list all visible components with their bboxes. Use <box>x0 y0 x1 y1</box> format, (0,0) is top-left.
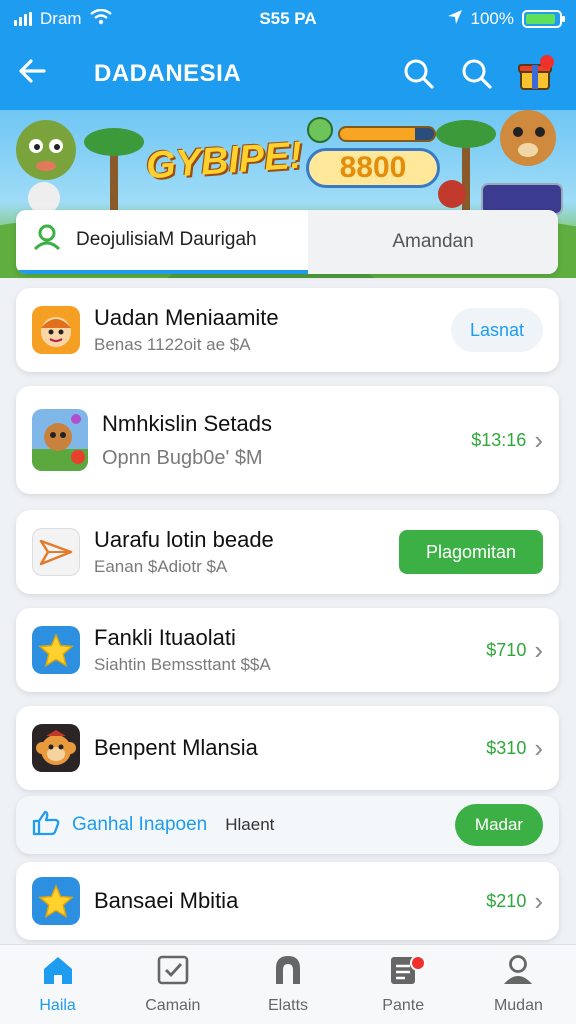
list-item[interactable]: Fankli Ituaolati Siahtin Bemssttant $$A … <box>16 608 559 692</box>
promo-label: Ganhal Inapoen <box>72 814 208 835</box>
tab-inactive[interactable]: Amandan <box>308 210 558 274</box>
chevron-right-icon: › <box>534 634 543 665</box>
bottom-nav: Haila Camain Elatts Pante Mudan <box>0 944 576 1024</box>
user-pin-icon <box>32 222 62 258</box>
item-name: Uadan Meniaamite <box>94 305 279 330</box>
item-price-group[interactable]: $210 › <box>486 886 543 917</box>
promo-extra: Hlaent <box>225 815 275 834</box>
star-icon <box>32 626 80 674</box>
battery-fill <box>526 14 555 24</box>
item-name: Uarafu lotin beade <box>94 527 274 552</box>
nav-item-elatts[interactable]: Elatts <box>230 945 345 1024</box>
promo-row[interactable]: Ganhal Inapoen Hlaent Madar <box>16 796 559 854</box>
search-icon[interactable] <box>452 49 502 99</box>
battery-icon <box>522 10 565 28</box>
item-price-group[interactable]: $13:16 › <box>471 425 543 456</box>
chevron-right-icon: › <box>534 424 543 455</box>
back-arrow-icon[interactable] <box>16 55 66 93</box>
item-info: Bansaei Mbitia <box>80 888 486 914</box>
location-icon <box>447 9 463 30</box>
item-price-group[interactable]: $310 › <box>486 733 543 764</box>
nav-item-calendar[interactable]: Camain <box>115 945 230 1024</box>
chevron-right-icon: › <box>534 732 543 763</box>
item-subtitle: Opnn Bugb0e' $M <box>102 446 263 469</box>
home-icon <box>41 954 75 991</box>
monkey-face-icon <box>32 724 80 772</box>
item-name: Benpent Mlansia <box>94 735 258 760</box>
status-left: Dram <box>14 8 214 30</box>
gift-box-icon[interactable] <box>510 49 560 99</box>
paper-plane-icon <box>32 528 80 576</box>
tab-inactive-label: Amandan <box>392 231 474 252</box>
person-icon <box>501 954 535 991</box>
item-subtitle: Siahtin Bemssttant $$A <box>94 655 271 674</box>
search-icon[interactable] <box>394 49 444 99</box>
item-action-button[interactable]: Lasnat <box>451 308 543 352</box>
status-time: S55 PA <box>259 9 317 28</box>
app-bar: DADANESIA <box>0 38 576 110</box>
list-item[interactable]: Uarafu lotin beade Eanan $Adiotr $A Plag… <box>16 510 559 594</box>
nav-badge <box>409 955 426 971</box>
status-right: 100% <box>362 9 565 30</box>
list-item[interactable]: Benpent Mlansia $310 › <box>16 706 559 790</box>
item-info: Nmhkislin Setads Opnn Bugb0e' $M <box>88 411 471 470</box>
item-info: Uadan Meniaamite Benas 1122oit ae $A <box>80 305 451 355</box>
item-price: $310 <box>486 737 527 758</box>
banner-progress <box>338 126 436 142</box>
item-name: Nmhkislin Setads <box>102 410 272 436</box>
item-price: $13:16 <box>471 429 527 450</box>
item-info: Benpent Mlansia <box>80 735 486 761</box>
tab-active-label: DeojulisiaM Daurigah <box>76 229 257 250</box>
battery-percent: 100% <box>470 9 514 28</box>
nav-label: Elatts <box>268 997 309 1014</box>
nav-item-profile[interactable]: Mudan <box>461 945 576 1024</box>
item-name: Bansaei Mbitia <box>94 888 239 913</box>
nav-label: Pante <box>382 997 425 1014</box>
nav-item-pante[interactable]: Pante <box>346 945 461 1024</box>
item-info: Fankli Ituaolati Siahtin Bemssttant $$A <box>80 625 486 675</box>
list-item[interactable]: Nmhkislin Setads Opnn Bugb0e' $M $13:16 … <box>16 386 559 494</box>
game-character-icon <box>32 409 88 471</box>
item-info: Uarafu lotin beade Eanan $Adiotr $A <box>80 527 399 577</box>
promo-button[interactable]: Madar <box>455 804 543 846</box>
carrier-label: Dram <box>40 9 82 28</box>
nav-item-home[interactable]: Haila <box>0 945 115 1024</box>
tab-bar: DeojulisiaM Daurigah Amandan <box>16 210 558 274</box>
chevron-right-icon: › <box>534 885 543 916</box>
notification-badge <box>540 55 554 69</box>
tab-active[interactable]: DeojulisiaM Daurigah <box>16 210 308 274</box>
item-subtitle: Eanan $Adiotr $A <box>94 557 228 576</box>
item-price: $210 <box>486 890 527 911</box>
item-name: Fankli Ituaolati <box>94 625 236 650</box>
arch-icon <box>271 954 305 991</box>
item-subtitle: Benas 1122oit ae $A <box>94 335 251 354</box>
item-price: $710 <box>486 639 527 660</box>
signal-icon <box>14 12 32 26</box>
thumbs-up-icon <box>32 810 60 841</box>
item-action-button[interactable]: Plagomitan <box>399 530 543 574</box>
page-title: DADANESIA <box>94 60 242 87</box>
banner-progress-fill <box>340 128 416 140</box>
star-icon <box>32 877 80 925</box>
nav-label: Haila <box>39 997 76 1014</box>
wifi-icon <box>89 8 112 30</box>
banner-score: 8800 <box>306 148 440 188</box>
nav-label: Mudan <box>493 997 543 1014</box>
cartoon-face-icon <box>32 306 80 354</box>
status-bar: Dram S55 PA 100% <box>0 0 576 38</box>
item-price-group[interactable]: $710 › <box>486 635 543 666</box>
list-item[interactable]: Uadan Meniaamite Benas 1122oit ae $A Las… <box>16 288 559 372</box>
nav-label: Camain <box>145 997 201 1014</box>
list-item[interactable]: Bansaei Mbitia $210 › <box>16 862 559 940</box>
calendar-check-icon <box>156 954 190 991</box>
